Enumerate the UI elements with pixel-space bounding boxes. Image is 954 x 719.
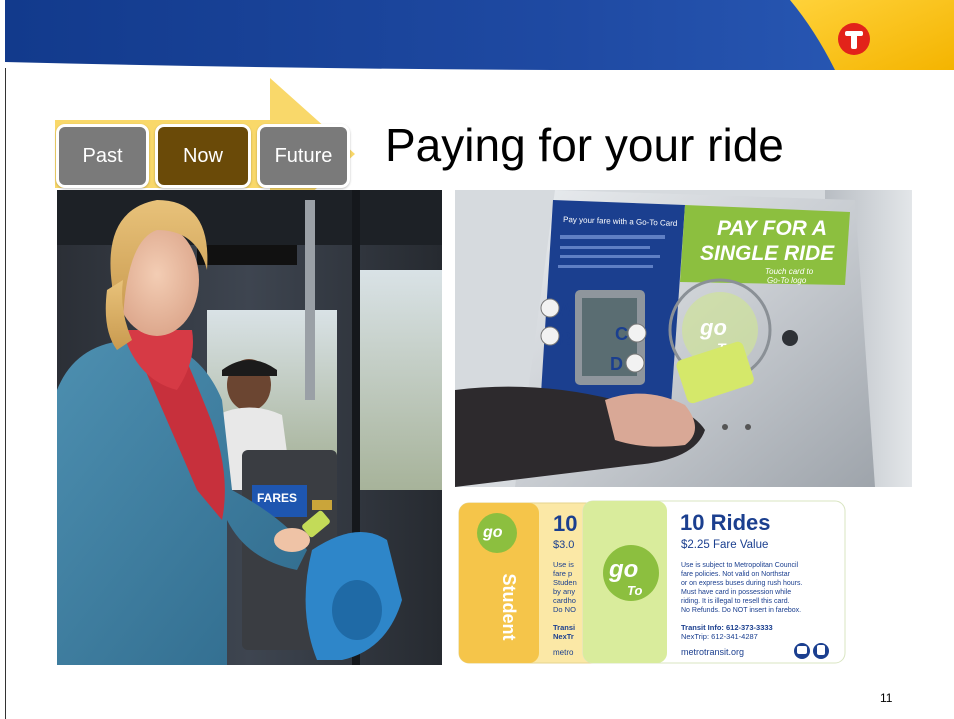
student-card-label: Student (499, 574, 519, 641)
student-card-line-3: Studen (553, 578, 577, 587)
adult-card-line-1: Use is subject to Metropolitan Council (681, 562, 799, 569)
timeline-past-label: Past (82, 144, 123, 167)
student-card-line-1: Use is (553, 560, 574, 569)
student-card-rides: 10 (553, 511, 577, 536)
student-card-contact-1: Transi (553, 623, 575, 632)
bus-icon (794, 643, 810, 659)
adult-card-rides: 10 Rides (680, 510, 771, 535)
validator-button-c: C (615, 324, 628, 344)
student-card-contact-2: NexTr (553, 632, 574, 641)
bus-boarding-photo: FARES (57, 190, 442, 665)
student-card-line-2: fare p (553, 569, 572, 578)
slide-frame-line (5, 68, 6, 719)
adult-go-logo: go (608, 556, 638, 583)
adult-card-line-3: or on express buses during rush hours. (681, 580, 802, 587)
adult-card-line-4: Must have card in possession while (681, 589, 791, 596)
validator-button-a: A (559, 300, 572, 320)
student-card-line-5: cardho (553, 596, 576, 605)
timeline-past-chip: Past (56, 124, 149, 188)
validator-button-d: D (610, 354, 623, 374)
train-icon (813, 643, 829, 659)
slide: Past Now Future Paying for your ride FAR… (0, 0, 954, 719)
student-card-price: $3.0 (553, 539, 574, 551)
adult-card-line-2: fare policies. Not valid on Northstar (681, 571, 791, 578)
student-card-website: metro (553, 648, 574, 657)
validator-button-b: B (559, 329, 572, 349)
page-number: 11 (880, 691, 893, 705)
go-to-logo-text: Go-To logo (767, 276, 807, 285)
student-card-line-4: by any (553, 587, 575, 596)
adult-card-value: $2.25 Fare Value (681, 539, 768, 551)
header-band (5, 0, 954, 70)
adult-card-line-6: No Refunds. Do NOT insert in farebox. (681, 607, 801, 614)
adult-card-line-5: riding. It is illegal to resell this car… (681, 598, 790, 605)
card-validator-photo: Pay your fare with a Go-To Card PAY FOR … (455, 190, 912, 487)
go-to-cards-photo: go Student 10 $3.0 Use is fare p Studen … (455, 497, 847, 665)
timeline-future-chip: Future (257, 124, 350, 188)
adult-card-transit-info: Transit Info: 612-373-3333 (681, 623, 773, 632)
validator-go-logo: go (699, 315, 727, 340)
metro-transit-logo-icon (837, 22, 871, 56)
adult-card-nextrip: NexTrip: 612-341-4287 (681, 632, 758, 641)
timeline-future-label: Future (274, 144, 333, 167)
timeline-now-chip: Now (155, 124, 251, 188)
single-ride-text: SINGLE RIDE (700, 242, 835, 265)
fares-sign-text: FARES (257, 491, 297, 505)
touch-card-text: Touch card to (765, 267, 814, 276)
timeline-now-label: Now (182, 144, 223, 167)
adult-card-website: metrotransit.org (681, 647, 744, 657)
slide-title: Paying for your ride (385, 119, 784, 171)
adult-to-logo: To (627, 583, 642, 598)
pay-for-a-text: PAY FOR A (717, 217, 827, 240)
student-go-logo: go (482, 524, 503, 541)
student-card-line-6: Do NO (553, 605, 576, 614)
